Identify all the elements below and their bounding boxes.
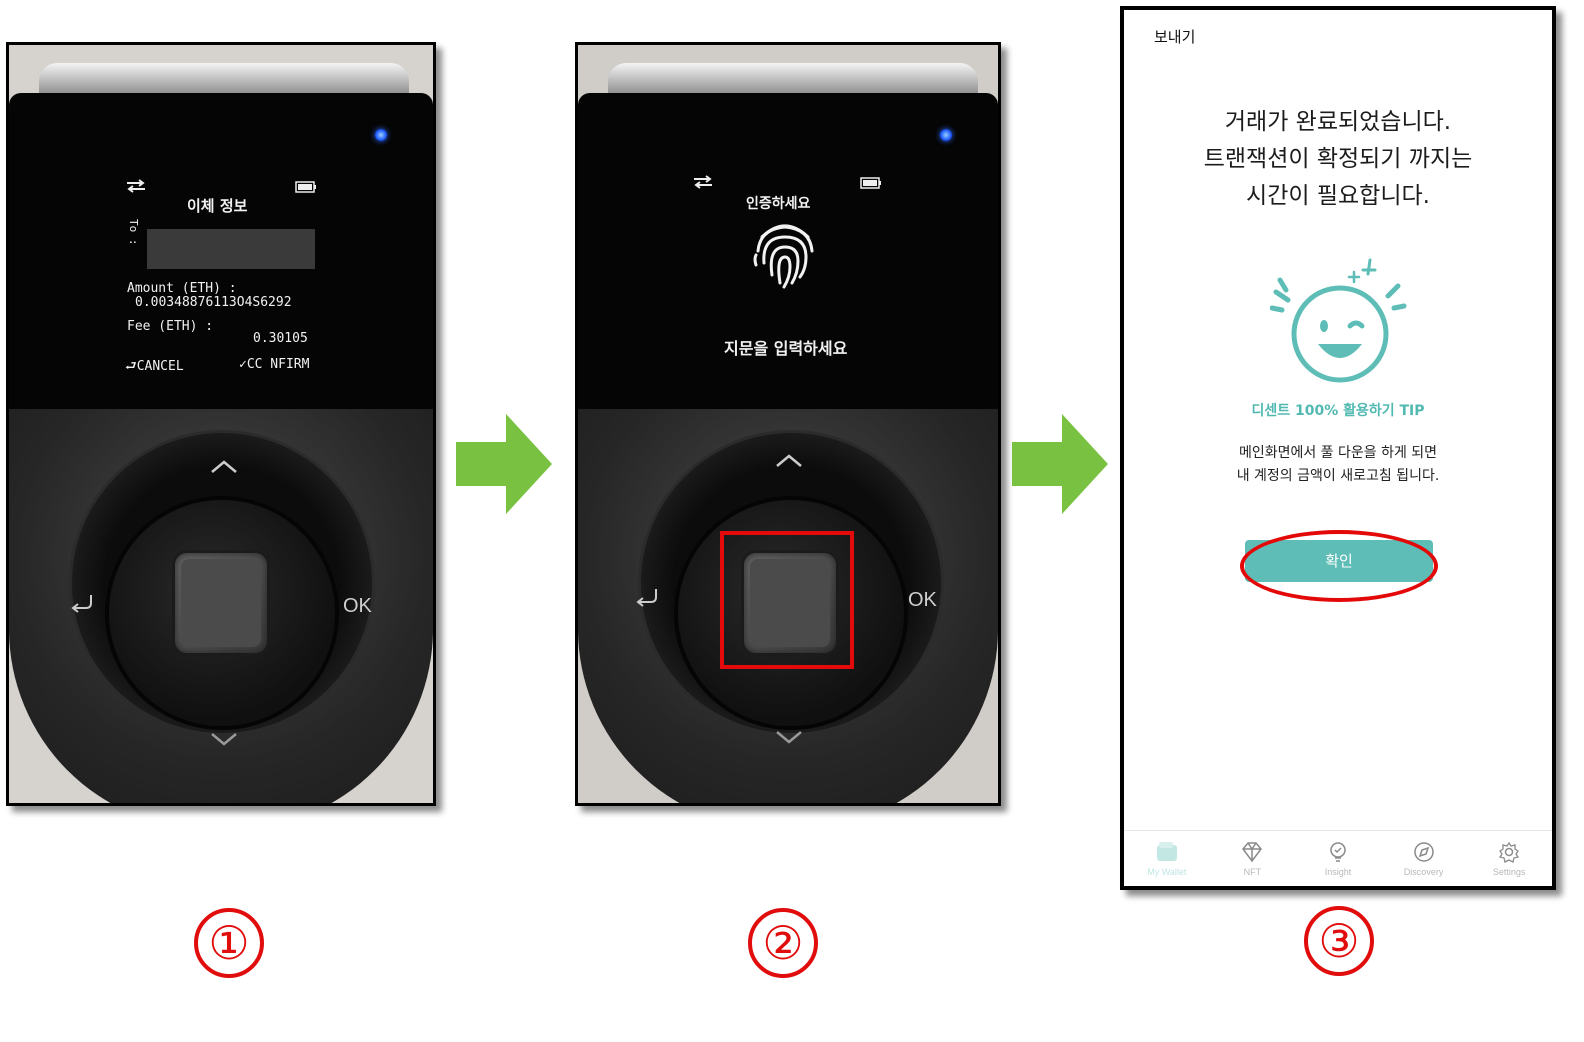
fingerprint-highlight-box <box>720 531 854 669</box>
ok-label: OK <box>343 595 372 617</box>
redacted-address <box>147 229 315 269</box>
status-led <box>940 129 952 141</box>
step-number-2: ② <box>748 908 818 978</box>
wallet-icon <box>1156 842 1177 861</box>
step-number-3: ③ <box>1304 906 1374 976</box>
nav-label: Settings <box>1492 867 1526 877</box>
step3-phone-screen: 보내기 거래가 완료되었습니다. 트랜잭션이 확정되기 까지는 시간이 필요합니… <box>1120 6 1556 890</box>
step-number-1: ① <box>194 908 264 978</box>
fingerprint-button[interactable] <box>175 553 267 653</box>
fingerprint-prompt: 지문을 입력하세요 <box>724 339 848 358</box>
device-title: 인증하세요 <box>746 196 811 212</box>
tip-line1: 메인화면에서 풀 다운을 하게 되면 <box>1238 445 1438 461</box>
nav-insight[interactable]: Insight <box>1295 831 1381 886</box>
down-arrow-icon <box>776 731 802 744</box>
step1-photo: 이체 정보 To : Amount (ETH) : 0.00348876113O… <box>6 42 436 806</box>
diamond-icon <box>1242 842 1263 863</box>
battery-icon <box>860 177 881 189</box>
tip-title: 디센트 100% 활용하기 TIP <box>1251 403 1425 419</box>
transfer-icon <box>127 179 145 193</box>
nav-label: Insight <box>1324 867 1352 877</box>
nav-nft[interactable]: NFT <box>1210 831 1296 886</box>
back-icon <box>71 595 92 613</box>
back-icon <box>636 589 657 607</box>
transfer-icon <box>694 175 712 189</box>
nav-discovery[interactable]: Discovery <box>1381 831 1467 886</box>
step2-photo: 인증하세요 지문을 입력하세요 OK <box>575 42 1001 806</box>
amount-label: Amount (ETH) : <box>127 281 237 296</box>
completion-message-line1: 거래가 완료되었습니다. <box>1224 109 1452 135</box>
nav-label: My Wallet <box>1147 867 1187 877</box>
up-arrow-icon <box>211 460 237 473</box>
completion-message-line3: 시간이 필요합니다. <box>1246 183 1430 209</box>
tip-line2: 내 계정의 금액이 새로고침 됩니다. <box>1236 468 1440 484</box>
next-arrow-icon <box>1012 414 1108 514</box>
battery-icon <box>295 181 316 193</box>
amount-value: 0.00348876113O4S6292 <box>135 295 292 310</box>
hardware-wallet: 인증하세요 지문을 입력하세요 OK <box>578 45 998 803</box>
fingerprint-icon <box>753 224 814 289</box>
nav-settings[interactable]: Settings <box>1466 831 1552 886</box>
compass-icon <box>1413 842 1434 862</box>
hardware-wallet: 이체 정보 To : Amount (ETH) : 0.00348876113O… <box>9 45 433 803</box>
fee-value: 0.30105 <box>253 331 308 346</box>
bottom-nav: My Wallet NFT Insight Discovery Settings <box>1124 830 1552 886</box>
status-led <box>375 129 387 141</box>
page-title: 보내기 <box>1154 28 1196 46</box>
up-arrow-icon <box>776 454 802 467</box>
device-title: 이체 정보 <box>187 197 248 215</box>
ok-label: OK <box>908 589 937 611</box>
lightbulb-icon <box>1330 842 1346 862</box>
down-arrow-icon <box>211 733 237 746</box>
smiley-icon <box>1270 258 1407 383</box>
confirm-option: ✓CC NFIRM <box>239 357 310 372</box>
to-label: To : <box>127 219 140 246</box>
nav-label: NFT <box>1243 867 1262 877</box>
confirm-highlight-ellipse <box>1240 530 1438 602</box>
nav-my-wallet[interactable]: My Wallet <box>1124 831 1210 886</box>
cancel-option: ⮐CANCEL <box>125 359 184 374</box>
completion-message-line2: 트랜잭션이 확정되기 까지는 <box>1203 146 1473 172</box>
nav-label: Discovery <box>1403 867 1444 877</box>
next-arrow-icon <box>456 414 552 514</box>
gear-icon <box>1499 841 1520 863</box>
fee-label: Fee (ETH) : <box>127 319 214 334</box>
